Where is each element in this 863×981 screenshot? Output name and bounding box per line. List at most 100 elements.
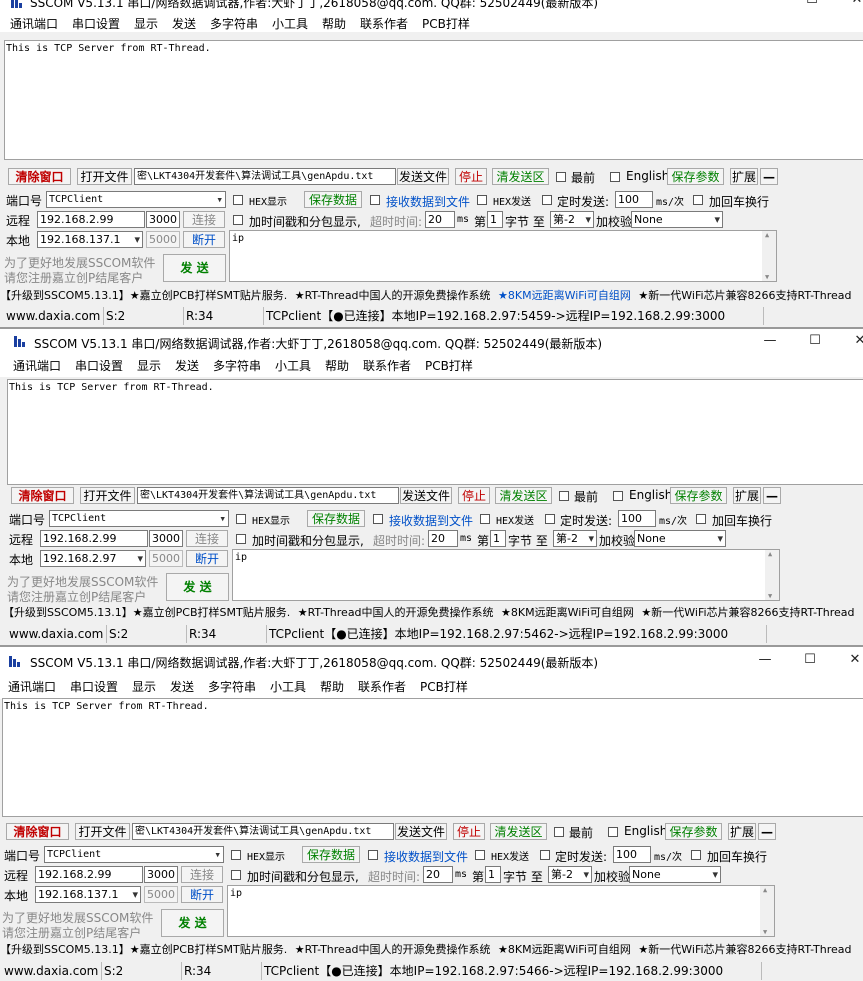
english-checkbox[interactable] — [613, 491, 623, 501]
ticker-item[interactable]: 【升级到SSCOM5.13.1】★嘉立创PCB打样SMT贴片服务. — [0, 289, 287, 302]
recv-to-file-checkbox[interactable] — [370, 195, 380, 205]
menu-item[interactable]: 联系作者 — [358, 678, 406, 695]
ticker-item[interactable]: ★RT-Thread中国人的开源免费操作系统 — [298, 606, 494, 619]
send-file-button[interactable]: 发送文件 — [397, 168, 449, 185]
hex-display-checkbox[interactable] — [231, 850, 241, 860]
ticker-item[interactable]: 【升级到SSCOM5.13.1】★嘉立创PCB打样SMT贴片服务. — [3, 606, 290, 619]
send-scrollbar[interactable] — [762, 231, 776, 281]
checksum-select[interactable]: None — [629, 866, 721, 883]
send-text-area[interactable]: ip — [229, 230, 777, 282]
title-bar[interactable]: SSCOM V5.13.1 串口/网络数据调试器,作者:大虾丁丁,2618058… — [0, 0, 863, 12]
open-file-button[interactable]: 打开文件 — [80, 487, 135, 504]
timestamp-checkbox[interactable] — [233, 215, 243, 225]
disconnect-button[interactable]: 断开 — [186, 550, 228, 567]
remote-port-input[interactable]: 3000 — [144, 866, 178, 883]
ticker-item[interactable]: ★新一代WiFi芯片兼容8266支持RT-Thread — [638, 943, 851, 956]
minimize-icon[interactable]: — — [755, 333, 785, 348]
byte-start-input[interactable]: 1 — [487, 211, 503, 228]
topmost-checkbox[interactable] — [554, 827, 564, 837]
maximize-icon[interactable]: ☐ — [800, 333, 830, 348]
menu-item[interactable]: PCB打样 — [420, 678, 468, 695]
send-button[interactable]: 发 送 — [166, 573, 229, 601]
ticker-item[interactable]: ★8KM远距离WiFi可自组网 — [498, 289, 631, 302]
menu-item[interactable]: PCB打样 — [422, 15, 470, 32]
topmost-checkbox[interactable] — [559, 491, 569, 501]
stop-button[interactable]: 停止 — [453, 823, 485, 840]
save-data-button[interactable]: 保存数据 — [304, 191, 362, 208]
send-scrollbar[interactable] — [760, 886, 774, 936]
checksum-select[interactable]: None — [631, 211, 723, 228]
save-params-button[interactable]: 保存参数 — [670, 487, 727, 504]
save-params-button[interactable]: 保存参数 — [667, 168, 724, 185]
title-bar[interactable]: SSCOM V5.13.1 串口/网络数据调试器,作者:大虾丁丁,2618058… — [0, 651, 863, 671]
menu-item[interactable]: 小工具 — [272, 15, 308, 32]
checksum-select[interactable]: None — [634, 530, 726, 547]
recv-to-file-checkbox[interactable] — [368, 850, 378, 860]
menu-item[interactable]: 通讯端口 — [8, 678, 56, 695]
add-crlf-checkbox[interactable] — [691, 850, 701, 860]
connect-button[interactable]: 连接 — [186, 530, 228, 547]
ticker-item[interactable]: ★新一代WiFi芯片兼容8266支持RT-Thread — [638, 289, 851, 302]
menu-item[interactable]: 小工具 — [270, 678, 306, 695]
menu-item[interactable]: 串口设置 — [75, 357, 123, 374]
byte-start-input[interactable]: 1 — [485, 866, 501, 883]
recv-to-file-label[interactable]: 接收数据到文件 — [386, 193, 470, 210]
byte-end-select[interactable]: 第-2 — [548, 866, 592, 883]
menu-item[interactable]: 显示 — [137, 357, 161, 374]
menu-item[interactable]: 串口设置 — [70, 678, 118, 695]
clear-window-button[interactable]: 清除窗口 — [8, 168, 71, 185]
send-scrollbar[interactable] — [765, 550, 779, 600]
send-file-button[interactable]: 发送文件 — [395, 823, 447, 840]
menu-item[interactable]: 通讯端口 — [13, 357, 61, 374]
file-path-input[interactable]: 密\LKT4304开发套件\算法调试工具\genApdu.txt — [137, 487, 399, 504]
ticker-item[interactable]: ★8KM远距离WiFi可自组网 — [498, 943, 631, 956]
menu-item[interactable]: PCB打样 — [425, 357, 473, 374]
timed-send-checkbox[interactable] — [545, 514, 555, 524]
receive-area[interactable]: This is TCP Server from RT-Thread. — [2, 698, 863, 817]
recv-to-file-label[interactable]: 接收数据到文件 — [384, 848, 468, 865]
local-port-input[interactable]: 5000 — [144, 886, 178, 903]
english-checkbox[interactable] — [608, 827, 618, 837]
minimize-icon[interactable]: — — [750, 652, 780, 667]
save-data-button[interactable]: 保存数据 — [307, 510, 365, 527]
receive-area[interactable]: This is TCP Server from RT-Thread. — [4, 40, 863, 160]
menu-item[interactable]: 显示 — [132, 678, 156, 695]
disconnect-button[interactable]: 断开 — [183, 231, 225, 248]
byte-end-select[interactable]: 第-2 — [550, 211, 594, 228]
recv-to-file-checkbox[interactable] — [373, 514, 383, 524]
ticker-item[interactable]: ★RT-Thread中国人的开源免费操作系统 — [295, 943, 491, 956]
stop-button[interactable]: 停止 — [455, 168, 487, 185]
timed-send-checkbox[interactable] — [542, 195, 552, 205]
english-checkbox[interactable] — [610, 172, 620, 182]
timed-interval-input[interactable]: 100 — [613, 846, 651, 863]
timestamp-checkbox[interactable] — [236, 534, 246, 544]
local-ip-select[interactable]: 192.168.2.97 — [40, 550, 146, 567]
remote-port-input[interactable]: 3000 — [149, 530, 183, 547]
menu-item[interactable]: 多字符串 — [208, 678, 256, 695]
ticker-item[interactable]: ★新一代WiFi芯片兼容8266支持RT-Thread — [641, 606, 854, 619]
clear-send-button[interactable]: 清发送区 — [495, 487, 552, 504]
expand-button[interactable]: 扩展 — [733, 487, 761, 504]
menu-item[interactable]: 联系作者 — [360, 15, 408, 32]
ticker-item[interactable]: ★8KM远距离WiFi可自组网 — [501, 606, 634, 619]
send-text-area[interactable]: ip — [227, 885, 775, 937]
collapse-button[interactable]: — — [758, 823, 776, 840]
byte-end-select[interactable]: 第-2 — [553, 530, 597, 547]
port-select[interactable]: TCPClient — [49, 510, 229, 527]
collapse-button[interactable]: — — [760, 168, 778, 185]
open-file-button[interactable]: 打开文件 — [75, 823, 130, 840]
menu-item[interactable]: 帮助 — [322, 15, 346, 32]
hex-display-checkbox[interactable] — [233, 195, 243, 205]
ticker-item[interactable]: ★RT-Thread中国人的开源免费操作系统 — [295, 289, 491, 302]
hex-send-checkbox[interactable] — [480, 514, 490, 524]
menu-item[interactable]: 多字符串 — [210, 15, 258, 32]
title-bar[interactable]: SSCOM V5.13.1 串口/网络数据调试器,作者:大虾丁丁,2618058… — [0, 331, 863, 351]
expand-button[interactable]: 扩展 — [730, 168, 758, 185]
close-icon[interactable]: ✕ — [845, 333, 863, 348]
stop-button[interactable]: 停止 — [458, 487, 490, 504]
port-select[interactable]: TCPClient — [46, 191, 226, 208]
remote-ip-input[interactable]: 192.168.2.99 — [40, 530, 148, 547]
send-text-area[interactable]: ip — [232, 549, 780, 601]
menu-item[interactable]: 显示 — [134, 15, 158, 32]
remote-port-input[interactable]: 3000 — [146, 211, 180, 228]
